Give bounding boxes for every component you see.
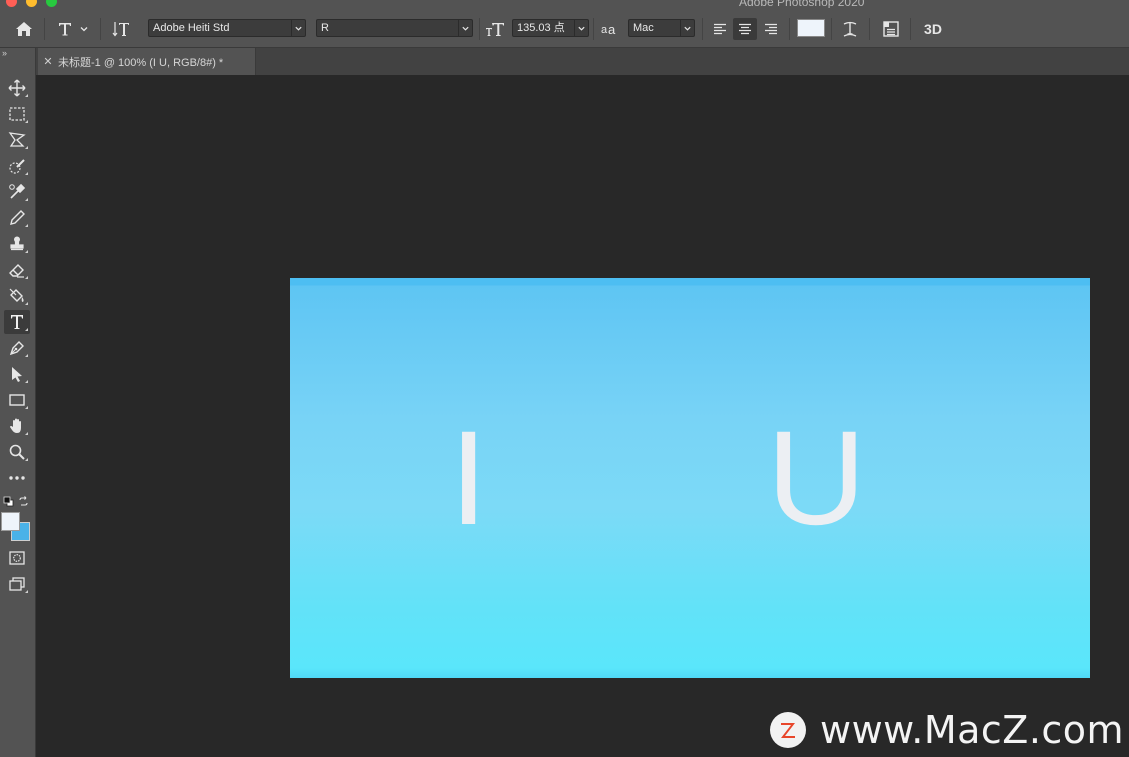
character-panel-icon xyxy=(883,21,899,37)
chevron-down-icon xyxy=(574,20,588,36)
toggle-text-orientation-button[interactable] xyxy=(108,18,134,40)
align-right-button[interactable] xyxy=(759,18,783,40)
font-size-value: 135.03 点 xyxy=(517,22,565,34)
svg-text:a: a xyxy=(608,22,616,36)
eyedropper-tool[interactable] xyxy=(4,180,30,204)
chevron-down-icon xyxy=(458,20,472,36)
path-selection-tool[interactable] xyxy=(4,362,30,386)
font-style-select[interactable]: R xyxy=(316,19,473,37)
stamp-tool[interactable] xyxy=(4,232,30,256)
default-colors-button[interactable] xyxy=(2,495,14,507)
lasso-tool[interactable] xyxy=(4,128,30,152)
font-size-icon xyxy=(483,18,507,40)
warp-text-button[interactable] xyxy=(838,18,862,40)
collapse-panel-icon[interactable]: ›› xyxy=(2,48,7,58)
3d-button[interactable]: 3D xyxy=(918,18,948,40)
eyedropper-icon xyxy=(9,183,26,199)
chevron-down-icon xyxy=(680,20,694,36)
rectangle-tool[interactable] xyxy=(4,388,30,412)
antialias-icon: aa xyxy=(598,18,620,40)
text-orientation-icon xyxy=(112,22,129,37)
close-window-button[interactable] xyxy=(6,0,17,7)
document-tab-bar: ✕ 未标题-1 @ 100% (I U, RGB/8#) * xyxy=(36,48,1129,75)
move-tool[interactable] xyxy=(4,76,30,100)
swap-colors-icon xyxy=(18,495,28,506)
close-tab-icon[interactable]: ✕ xyxy=(38,55,58,68)
tool-preset-picker[interactable] xyxy=(52,18,94,40)
ellipsis-icon xyxy=(9,476,25,480)
antialias-value: Mac xyxy=(633,22,654,34)
pen-tool[interactable] xyxy=(4,336,30,360)
canvas-text-left[interactable]: I xyxy=(449,412,488,546)
more-tools-button[interactable] xyxy=(4,466,30,490)
document-canvas[interactable]: I U xyxy=(290,278,1090,678)
hand-tool[interactable] xyxy=(4,414,30,438)
font-family-select[interactable]: Adobe Heiti Std xyxy=(148,19,306,37)
home-icon xyxy=(16,22,32,36)
watermark-text: www.MacZ.com xyxy=(820,708,1125,752)
home-button[interactable] xyxy=(10,18,38,40)
quick-selection-tool[interactable] xyxy=(4,154,30,178)
macz-logo: Z xyxy=(770,712,806,748)
align-center-icon xyxy=(739,23,751,34)
title-bar: Adobe Photoshop 2020 xyxy=(0,0,1129,9)
foreground-color-swatch[interactable] xyxy=(1,512,20,531)
font-size-select[interactable]: 135.03 点 xyxy=(512,19,589,37)
eraser-icon xyxy=(9,264,24,278)
canvas-text-right[interactable]: U xyxy=(767,412,867,546)
path-selection-icon xyxy=(12,367,22,382)
zoom-tool[interactable] xyxy=(4,440,30,464)
align-left-button[interactable] xyxy=(708,18,732,40)
hand-icon xyxy=(10,418,21,433)
eraser-tool[interactable] xyxy=(4,258,30,282)
marquee-tool[interactable] xyxy=(4,102,30,126)
watermark: Z www.MacZ.com xyxy=(770,708,1125,752)
tools-panel: ›› xyxy=(0,48,36,757)
minimize-window-button[interactable] xyxy=(26,0,37,7)
type-icon xyxy=(11,315,23,329)
antialias-select[interactable]: Mac xyxy=(628,19,695,37)
chevron-down-icon xyxy=(80,27,88,32)
document-tab[interactable]: ✕ 未标题-1 @ 100% (I U, RGB/8#) * xyxy=(38,48,256,75)
warp-text-icon xyxy=(843,21,857,37)
text-color-swatch[interactable] xyxy=(797,19,825,37)
marquee-icon xyxy=(9,107,25,121)
options-bar: Adobe Heiti Std R 135.03 点 aa Mac 3D xyxy=(0,8,1129,48)
quick-selection-icon xyxy=(9,159,25,174)
brush-tool[interactable] xyxy=(4,206,30,230)
pen-icon xyxy=(9,341,24,356)
paint-bucket-tool[interactable] xyxy=(4,284,30,308)
default-colors-icon xyxy=(3,496,13,506)
type-tool-icon xyxy=(59,23,71,36)
quick-mask-icon xyxy=(9,551,25,565)
brush-icon xyxy=(10,210,25,225)
chevron-down-icon xyxy=(291,20,305,36)
align-left-icon xyxy=(714,23,726,34)
paint-bucket-icon xyxy=(9,288,24,302)
lasso-icon xyxy=(8,132,26,147)
type-tool[interactable] xyxy=(4,310,30,334)
move-icon xyxy=(8,79,26,97)
document-tab-title: 未标题-1 @ 100% (I U, RGB/8#) * xyxy=(58,56,224,69)
align-right-icon xyxy=(765,23,777,34)
rectangle-icon xyxy=(9,394,25,406)
3d-label: 3D xyxy=(924,21,942,37)
svg-text:a: a xyxy=(601,24,608,36)
stamp-icon xyxy=(10,236,24,251)
screen-mode-button[interactable] xyxy=(4,572,30,596)
align-center-button[interactable] xyxy=(733,18,757,40)
swap-colors-button[interactable] xyxy=(17,495,29,507)
zoom-icon xyxy=(9,444,25,460)
screen-mode-icon xyxy=(9,577,25,591)
font-family-value: Adobe Heiti Std xyxy=(153,22,230,34)
zoom-window-button[interactable] xyxy=(46,0,57,7)
font-style-value: R xyxy=(321,22,329,34)
toggle-character-panel-button[interactable] xyxy=(878,18,904,40)
quick-mask-button[interactable] xyxy=(4,546,30,570)
